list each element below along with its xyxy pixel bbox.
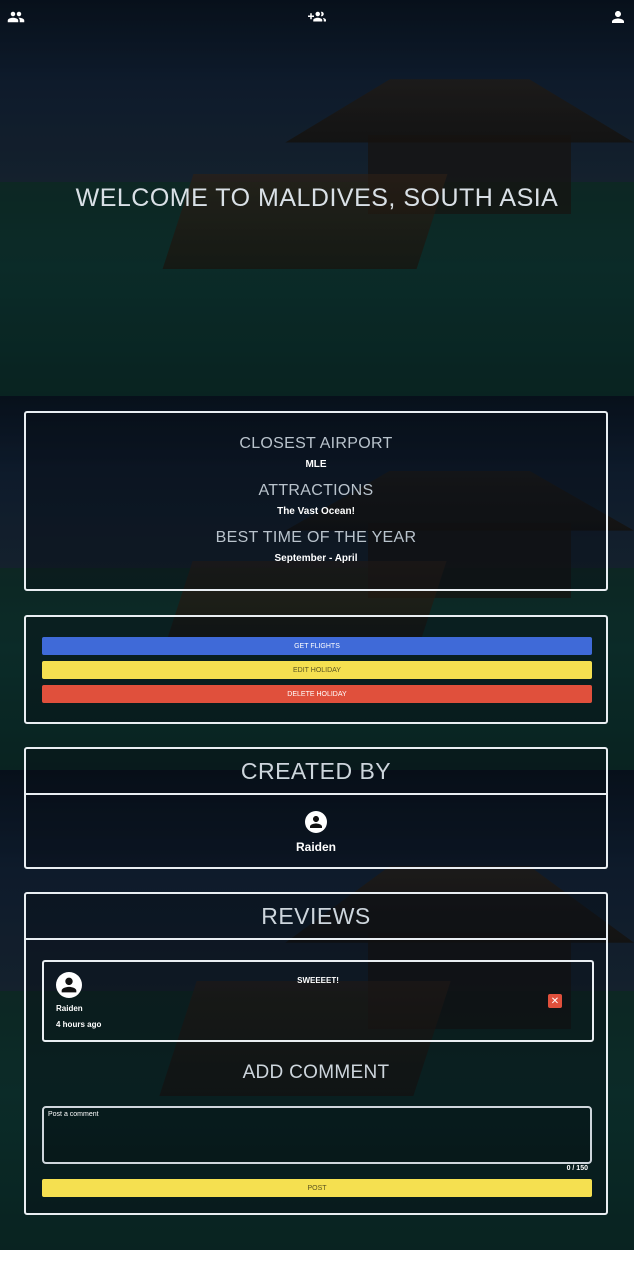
- reviews-card: REVIEWS Raiden 4 hours ago SWEEEET! ✕ AD…: [24, 892, 608, 1215]
- creator: Raiden: [26, 795, 606, 854]
- delete-holiday-button[interactable]: DELETE HOLIDAY: [42, 685, 592, 703]
- review-item: Raiden 4 hours ago SWEEEET! ✕: [42, 960, 594, 1042]
- character-counter: 0 / 150: [566, 1165, 588, 1172]
- get-flights-button[interactable]: GET FLIGHTS: [42, 637, 592, 655]
- close-icon: ✕: [550, 995, 560, 1007]
- post-button[interactable]: POST: [42, 1179, 592, 1197]
- group-add-icon[interactable]: [306, 6, 328, 28]
- best-time-label: BEST TIME OF THE YEAR: [215, 529, 417, 546]
- reviews-title: REVIEWS: [26, 894, 606, 940]
- review-author[interactable]: Raiden: [56, 1004, 83, 1013]
- page-footer-area: [0, 1250, 634, 1280]
- edit-holiday-button[interactable]: EDIT HOLIDAY: [42, 661, 592, 679]
- best-time-value: September - April: [274, 553, 358, 564]
- person-icon[interactable]: [607, 6, 629, 28]
- closest-airport-value: MLE: [305, 459, 327, 470]
- avatar: [305, 811, 327, 833]
- review-timestamp: 4 hours ago: [56, 1020, 102, 1029]
- top-nav: [0, 0, 634, 34]
- delete-review-button[interactable]: ✕: [548, 994, 562, 1008]
- created-by-title: CREATED BY: [26, 749, 606, 795]
- holiday-actions-card: GET FLIGHTS EDIT HOLIDAY DELETE HOLIDAY: [24, 615, 608, 724]
- review-text: SWEEEET!: [297, 976, 339, 985]
- closest-airport-label: CLOSEST AIRPORT: [239, 435, 393, 452]
- comment-field: [42, 1106, 592, 1164]
- group-icon[interactable]: [5, 6, 27, 28]
- attractions-label: ATTRACTIONS: [258, 482, 374, 499]
- creator-name[interactable]: Raiden: [26, 840, 606, 854]
- hero-title: WELCOME TO MALDIVES, SOUTH ASIA: [75, 184, 559, 212]
- created-by-card: CREATED BY Raiden: [24, 747, 608, 869]
- attractions-value: The Vast Ocean!: [277, 506, 355, 517]
- person-icon: [310, 816, 322, 828]
- add-comment-title: ADD COMMENT: [242, 1062, 390, 1083]
- comment-input[interactable]: [44, 1108, 590, 1162]
- holiday-info-card: CLOSEST AIRPORT MLE ATTRACTIONS The Vast…: [24, 411, 608, 591]
